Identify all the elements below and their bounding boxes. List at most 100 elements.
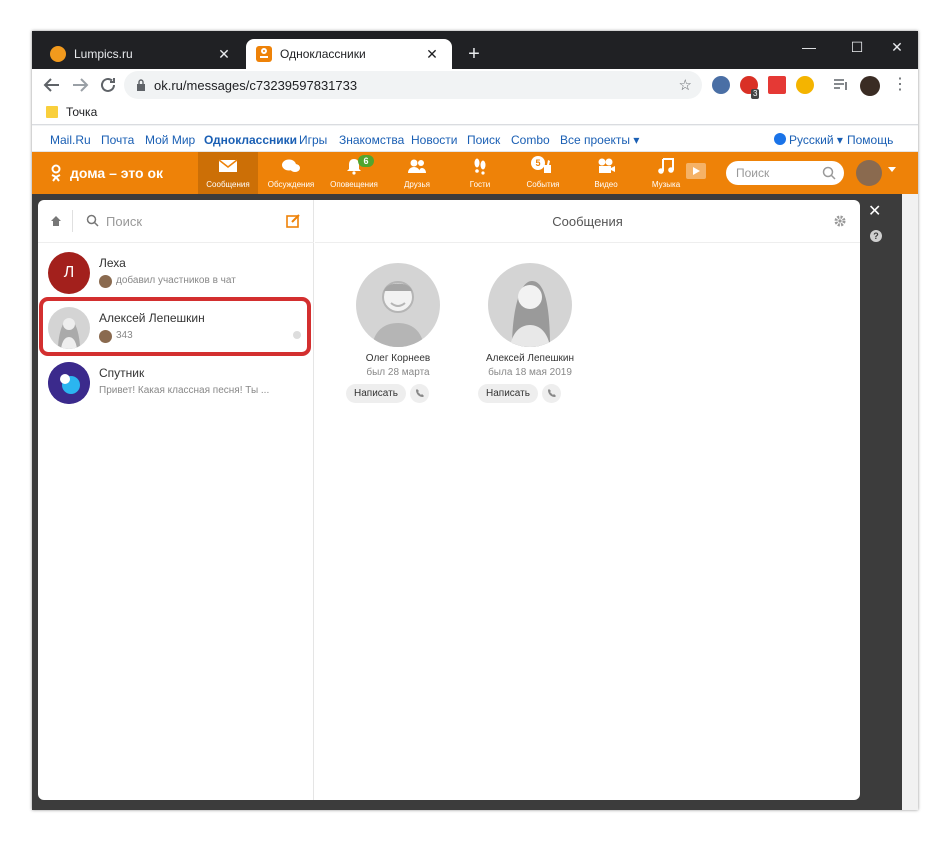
tab-odnoklassniki[interactable]: Одноклассники ✕ [246,39,452,69]
chat-item-sputnik[interactable]: Спутник Привет! Какая классная песня! Ты… [38,355,314,410]
chat-search-input[interactable]: Поиск [106,214,142,229]
lumpics-favicon-icon [50,46,66,62]
divider [72,210,73,232]
envelope-icon [218,159,238,172]
music-note-icon [658,158,674,174]
close-icon[interactable]: ✕ [868,204,881,220]
bookmarks-bar: Точка [32,101,918,125]
male-placeholder-icon [372,281,424,347]
portal-link-ok[interactable]: Одноклассники [204,133,297,147]
sputnik-logo-icon [48,362,90,404]
page-scrollbar[interactable] [902,194,918,810]
participant-name: Олег Корнеев [365,353,431,364]
nav-guests[interactable]: Гости [450,152,510,194]
write-button[interactable]: Написать [478,384,538,403]
search-icon [86,214,99,227]
nav-video[interactable]: Видео [576,152,636,194]
back-arrow-icon[interactable] [40,73,64,97]
chat-name: Спутник [99,366,145,380]
nav-notifications[interactable]: 6 Оповещения [324,152,384,194]
search-icon [822,166,836,180]
home-icon[interactable] [50,215,62,227]
forward-arrow-icon[interactable] [68,73,92,97]
minimize-button[interactable]: — [794,35,824,59]
extension-os-icon[interactable] [768,76,786,94]
new-tab-button[interactable]: + [462,42,486,66]
gear-icon[interactable] [833,214,847,228]
portal-link-all-projects[interactable]: Все проекты ▾ [560,133,639,147]
portal-link-news[interactable]: Новости [411,133,457,147]
folder-icon [46,106,58,118]
browser-window: Lumpics.ru ✕ Одноклассники ✕ + — ☐ ✕ ok.… [32,31,918,810]
tab-close-icon[interactable]: ✕ [424,46,440,62]
nav-discussions[interactable]: Обсуждения [261,152,321,194]
compose-icon[interactable] [286,213,301,228]
participant-name: Алексей Лепешкин [485,353,575,364]
portal-link-myworld[interactable]: Мой Мир [145,133,195,147]
ok-search-placeholder: Поиск [736,166,770,180]
media-queue-icon[interactable] [832,76,850,94]
participant-avatar[interactable] [488,263,572,347]
portal-link-search[interactable]: Поиск [467,133,500,147]
chat-preview: добавил участников в чат [116,275,236,286]
portal-link-mailru[interactable]: Mail.Ru [50,133,91,147]
close-window-button[interactable]: ✕ [882,35,912,59]
nav-messages[interactable]: Сообщения [198,152,258,194]
menu-kebab-icon[interactable]: ⋮ [888,73,912,97]
ok-logo[interactable]: дома – это ок [50,164,163,182]
tab-close-icon[interactable]: ✕ [216,46,232,62]
friends-icon [408,159,426,173]
nav-label: Сообщения [206,180,250,189]
maximize-button[interactable]: ☐ [842,35,872,59]
extension-gear-icon[interactable] [712,76,730,94]
write-button[interactable]: Написать [346,384,406,403]
reload-icon[interactable] [96,73,120,97]
events-badge: 5 [531,156,545,170]
ok-logo-icon [51,164,61,182]
sender-mini-avatar [99,275,112,288]
music-play-button[interactable] [684,160,708,184]
avatar: Л [48,252,90,294]
phone-icon[interactable] [410,384,429,403]
nav-label: Оповещения [330,180,378,189]
chat-header: Сообщения [315,200,860,243]
portal-bar: Mail.Ru Почта Мой Мир Одноклассники Игры… [32,126,918,152]
nav-friends[interactable]: Друзья [387,152,447,194]
video-camera-icon [598,158,615,173]
bookmark-tochka[interactable]: Точка [46,105,97,119]
language-selector[interactable]: Русский ▾ [789,133,843,147]
portal-link-help[interactable]: Помощь [847,133,893,147]
chat-name: Леха [99,256,126,270]
tab-lumpics[interactable]: Lumpics.ru ✕ [40,39,244,69]
extension-shield-icon[interactable] [796,76,814,94]
play-icon [686,163,706,179]
phone-icon[interactable] [542,384,561,403]
chevron-down-icon[interactable] [888,167,896,172]
chat-preview: Привет! Какая классная песня! Ты ... [99,385,270,396]
help-icon[interactable]: ? [870,230,882,242]
tab-title: Одноклассники [280,47,366,61]
ok-favicon-icon [256,46,272,62]
ok-logo-text: дома – это ок [70,165,163,181]
bookmark-label: Точка [66,105,98,119]
profile-avatar[interactable] [860,76,880,96]
participant-avatar[interactable] [356,263,440,347]
portal-link-dating[interactable]: Знакомства [339,133,404,147]
nav-events[interactable]: 5 События [513,152,573,194]
portal-link-combo[interactable]: Combo [511,133,550,147]
highlight-frame [39,297,311,356]
address-bar[interactable]: ok.ru/messages/c73239597831733 ☆ [124,71,702,99]
portal-link-mail[interactable]: Почта [101,133,134,147]
globe-icon [774,133,786,145]
participant-last-seen: была 18 мая 2019 [488,367,572,378]
chat-item-leha[interactable]: Л Леха добавил участников в чат [38,245,314,300]
messages-panel: Поиск Л Леха добавил участников в чат Ал… [38,200,860,800]
portal-link-games[interactable]: Игры [299,133,327,147]
footprints-icon [474,158,486,175]
ok-header: дома – это ок Сообщения Обсуждения 6 Опо… [32,152,918,194]
avatar-letter: Л [48,252,90,294]
ok-search-input[interactable]: Поиск [726,161,844,185]
bookmark-star-icon[interactable]: ☆ [679,76,692,94]
nav-label: Друзья [404,180,430,189]
user-avatar[interactable] [856,160,882,186]
